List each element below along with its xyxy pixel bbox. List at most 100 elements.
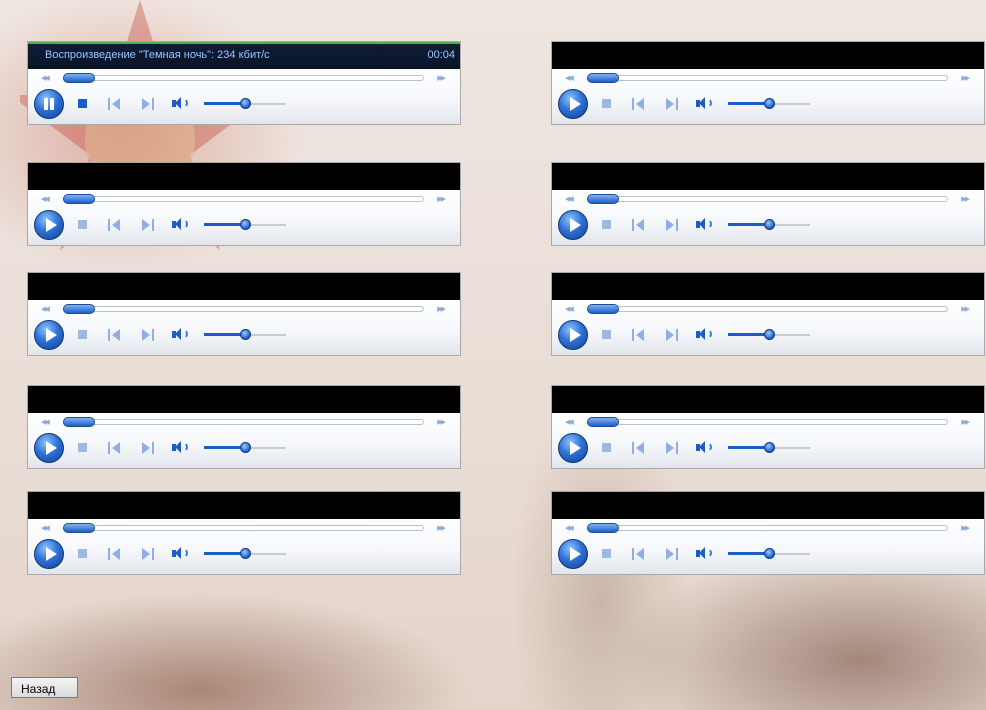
volume-icon[interactable] bbox=[172, 327, 190, 343]
seek-bar[interactable] bbox=[63, 523, 424, 533]
volume-icon[interactable] bbox=[696, 440, 714, 456]
next-track-button[interactable] bbox=[664, 98, 678, 110]
volume-thumb[interactable] bbox=[764, 329, 775, 340]
stop-button[interactable] bbox=[78, 549, 87, 558]
volume-slider[interactable] bbox=[728, 329, 810, 340]
seek-bar[interactable] bbox=[587, 304, 948, 314]
previous-track-button[interactable] bbox=[108, 98, 122, 110]
volume-thumb[interactable] bbox=[764, 548, 775, 559]
play-button[interactable] bbox=[34, 433, 64, 463]
volume-icon[interactable] bbox=[696, 546, 714, 562]
seek-bar[interactable] bbox=[587, 194, 948, 204]
volume-thumb[interactable] bbox=[240, 548, 251, 559]
seek-bar[interactable] bbox=[587, 523, 948, 533]
rewind-icon[interactable]: ◀◀ bbox=[565, 74, 574, 82]
seek-bar[interactable] bbox=[63, 194, 424, 204]
stop-button[interactable] bbox=[78, 220, 87, 229]
stop-button[interactable] bbox=[78, 443, 87, 452]
volume-thumb[interactable] bbox=[240, 219, 251, 230]
volume-slider[interactable] bbox=[204, 329, 286, 340]
play-button[interactable] bbox=[34, 210, 64, 240]
fast-forward-icon[interactable]: ▶▶ bbox=[961, 74, 970, 82]
seek-thumb[interactable] bbox=[587, 304, 619, 314]
seek-thumb[interactable] bbox=[587, 417, 619, 427]
seek-thumb[interactable] bbox=[587, 194, 619, 204]
seek-bar[interactable] bbox=[587, 73, 948, 83]
fast-forward-icon[interactable]: ▶▶ bbox=[437, 524, 446, 532]
previous-track-button[interactable] bbox=[632, 219, 646, 231]
rewind-icon[interactable]: ◀◀ bbox=[41, 74, 50, 82]
rewind-icon[interactable]: ◀◀ bbox=[565, 305, 574, 313]
stop-button[interactable] bbox=[602, 220, 611, 229]
stop-button[interactable] bbox=[78, 330, 87, 339]
previous-track-button[interactable] bbox=[632, 329, 646, 341]
previous-track-button[interactable] bbox=[632, 98, 646, 110]
seek-thumb[interactable] bbox=[587, 73, 619, 83]
fast-forward-icon[interactable]: ▶▶ bbox=[961, 305, 970, 313]
stop-button[interactable] bbox=[602, 443, 611, 452]
volume-slider[interactable] bbox=[728, 442, 810, 453]
next-track-button[interactable] bbox=[140, 219, 154, 231]
volume-slider[interactable] bbox=[204, 98, 286, 109]
fast-forward-icon[interactable]: ▶▶ bbox=[437, 74, 446, 82]
seek-thumb[interactable] bbox=[63, 194, 95, 204]
previous-track-button[interactable] bbox=[108, 219, 122, 231]
play-button[interactable] bbox=[558, 433, 588, 463]
stop-button[interactable] bbox=[602, 330, 611, 339]
play-button[interactable] bbox=[558, 539, 588, 569]
play-button[interactable] bbox=[34, 539, 64, 569]
volume-icon[interactable] bbox=[696, 96, 714, 112]
previous-track-button[interactable] bbox=[632, 442, 646, 454]
fast-forward-icon[interactable]: ▶▶ bbox=[437, 305, 446, 313]
previous-track-button[interactable] bbox=[108, 329, 122, 341]
volume-icon[interactable] bbox=[696, 217, 714, 233]
stop-button[interactable] bbox=[78, 99, 87, 108]
fast-forward-icon[interactable]: ▶▶ bbox=[437, 418, 446, 426]
previous-track-button[interactable] bbox=[108, 548, 122, 560]
next-track-button[interactable] bbox=[140, 329, 154, 341]
fast-forward-icon[interactable]: ▶▶ bbox=[961, 524, 970, 532]
next-track-button[interactable] bbox=[664, 442, 678, 454]
rewind-icon[interactable]: ◀◀ bbox=[565, 195, 574, 203]
seek-bar[interactable] bbox=[63, 304, 424, 314]
volume-thumb[interactable] bbox=[240, 442, 251, 453]
volume-icon[interactable] bbox=[172, 96, 190, 112]
volume-thumb[interactable] bbox=[764, 442, 775, 453]
volume-icon[interactable] bbox=[696, 327, 714, 343]
fast-forward-icon[interactable]: ▶▶ bbox=[961, 195, 970, 203]
back-button[interactable]: Назад bbox=[11, 677, 78, 698]
previous-track-button[interactable] bbox=[632, 548, 646, 560]
volume-slider[interactable] bbox=[728, 548, 810, 559]
volume-slider[interactable] bbox=[728, 98, 810, 109]
volume-icon[interactable] bbox=[172, 440, 190, 456]
previous-track-button[interactable] bbox=[108, 442, 122, 454]
next-track-button[interactable] bbox=[664, 548, 678, 560]
next-track-button[interactable] bbox=[140, 548, 154, 560]
volume-icon[interactable] bbox=[172, 217, 190, 233]
rewind-icon[interactable]: ◀◀ bbox=[41, 418, 50, 426]
fast-forward-icon[interactable]: ▶▶ bbox=[437, 195, 446, 203]
seek-thumb[interactable] bbox=[587, 523, 619, 533]
seek-thumb[interactable] bbox=[63, 417, 95, 427]
seek-thumb[interactable] bbox=[63, 73, 95, 83]
seek-thumb[interactable] bbox=[63, 523, 95, 533]
next-track-button[interactable] bbox=[664, 329, 678, 341]
next-track-button[interactable] bbox=[140, 98, 154, 110]
stop-button[interactable] bbox=[602, 549, 611, 558]
next-track-button[interactable] bbox=[140, 442, 154, 454]
volume-slider[interactable] bbox=[204, 219, 286, 230]
volume-thumb[interactable] bbox=[764, 98, 775, 109]
rewind-icon[interactable]: ◀◀ bbox=[565, 524, 574, 532]
play-button[interactable] bbox=[558, 210, 588, 240]
volume-slider[interactable] bbox=[204, 548, 286, 559]
volume-slider[interactable] bbox=[728, 219, 810, 230]
seek-bar[interactable] bbox=[587, 417, 948, 427]
volume-thumb[interactable] bbox=[240, 329, 251, 340]
seek-thumb[interactable] bbox=[63, 304, 95, 314]
next-track-button[interactable] bbox=[664, 219, 678, 231]
volume-thumb[interactable] bbox=[764, 219, 775, 230]
stop-button[interactable] bbox=[602, 99, 611, 108]
rewind-icon[interactable]: ◀◀ bbox=[41, 524, 50, 532]
volume-slider[interactable] bbox=[204, 442, 286, 453]
volume-thumb[interactable] bbox=[240, 98, 251, 109]
